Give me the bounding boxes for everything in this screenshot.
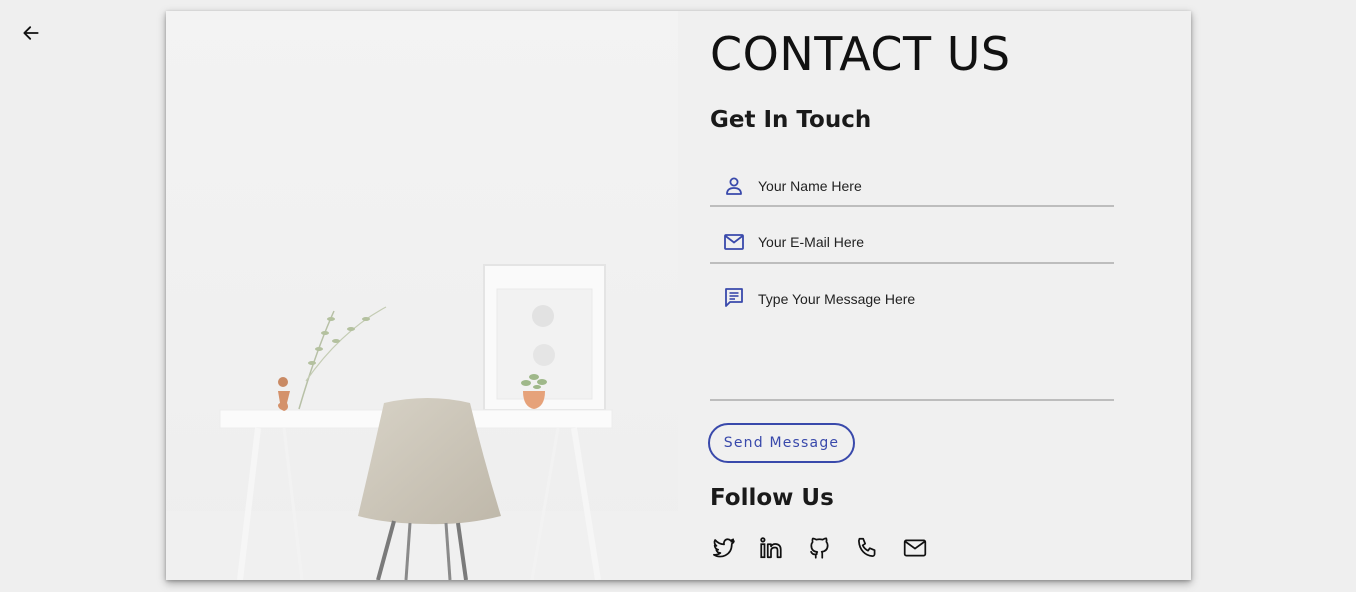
contact-content: CONTACT US Get In Touch Your Name Here Y…: [708, 11, 1150, 580]
name-input[interactable]: [758, 177, 1108, 195]
send-message-button[interactable]: Send Message: [708, 423, 855, 463]
mail-icon: [903, 539, 927, 557]
arrow-left-icon: [23, 26, 39, 40]
message-input[interactable]: [758, 291, 1108, 381]
github-link[interactable]: [806, 535, 832, 561]
page-title: CONTACT US: [710, 27, 1011, 81]
mail-icon: [724, 234, 744, 250]
follow-us-heading: Follow Us: [710, 485, 834, 511]
message-field: [710, 281, 1114, 401]
twitter-link[interactable]: [710, 535, 736, 561]
desk-photo: [166, 11, 678, 580]
email-field: [710, 225, 1114, 264]
linkedin-icon: [760, 537, 782, 559]
phone-icon: [858, 537, 876, 557]
github-icon: [810, 537, 829, 559]
linkedin-link[interactable]: [758, 535, 784, 561]
email-link[interactable]: [902, 535, 928, 561]
person-icon: [726, 177, 742, 195]
name-field: [710, 167, 1114, 207]
contact-card: CONTACT US Get In Touch Your Name Here Y…: [166, 11, 1191, 580]
message-icon: [725, 288, 743, 307]
twitter-icon: [713, 538, 735, 558]
email-input[interactable]: [758, 233, 1108, 251]
social-links: [710, 535, 928, 561]
back-button[interactable]: [18, 20, 44, 46]
phone-link[interactable]: [854, 535, 880, 561]
get-in-touch-heading: Get In Touch: [710, 107, 872, 133]
